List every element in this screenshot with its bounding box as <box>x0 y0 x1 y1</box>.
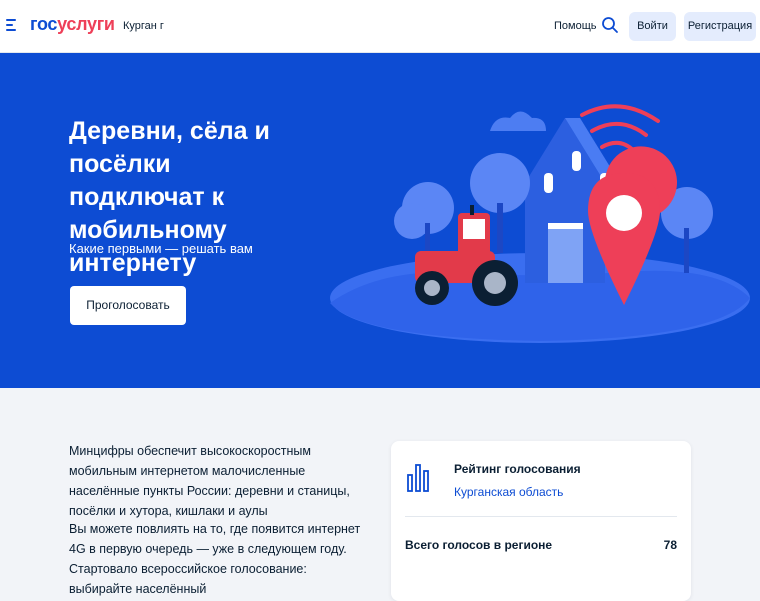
hero-banner: Деревни, сёла и посёлки подключат к моби… <box>0 53 760 388</box>
total-votes-value: 78 <box>663 538 677 552</box>
total-votes-label: Всего голосов в регионе <box>405 538 553 552</box>
main-content: Минцифры обеспечит высокоскоростным моби… <box>0 388 760 601</box>
intro-paragraph: Минцифры обеспечит высокоскоростным моби… <box>69 444 350 518</box>
login-button[interactable]: Войти <box>629 12 676 41</box>
region-selector[interactable]: Курган г <box>123 20 164 32</box>
menu-icon[interactable] <box>6 19 18 31</box>
vote-paragraph: Вы можете повлиять на то, где появится и… <box>69 522 361 596</box>
help-link[interactable]: Помощь <box>554 20 597 32</box>
site-header: госуслуги Курган г Помощь Войти Регистра… <box>0 0 760 53</box>
rating-title: Рейтинг голосования <box>454 462 581 476</box>
rating-region-link[interactable]: Курганская область <box>454 485 563 499</box>
divider <box>405 516 677 517</box>
search-icon[interactable] <box>601 16 619 34</box>
hero-subtitle: Какие первыми — решать вам <box>69 241 253 256</box>
gosuslugi-logo[interactable]: госуслуги <box>30 14 115 35</box>
village-illustration <box>330 104 750 343</box>
rating-card: Рейтинг голосования Курганская область В… <box>391 441 691 601</box>
chart-icon <box>407 464 429 492</box>
register-button[interactable]: Регистрация <box>684 12 756 41</box>
vote-button[interactable]: Проголосовать <box>70 286 186 325</box>
